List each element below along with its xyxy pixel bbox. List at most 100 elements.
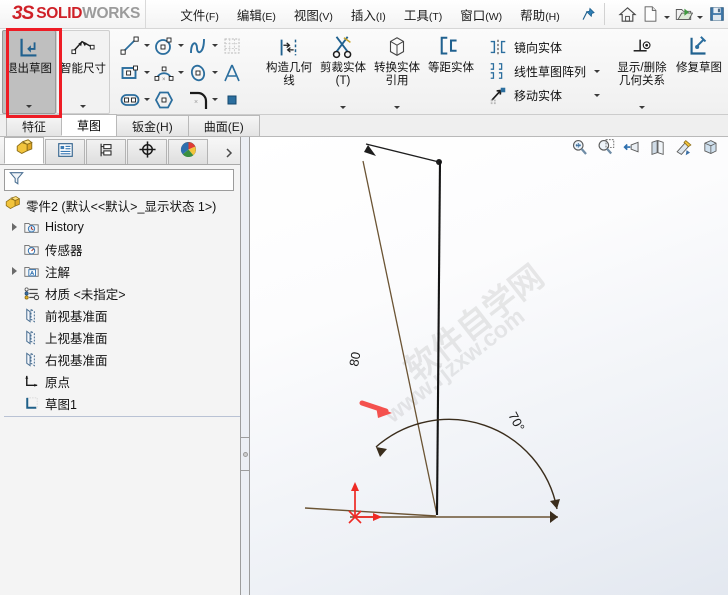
new-document-icon[interactable]: [639, 3, 662, 26]
smart-dimension-dropdown[interactable]: [57, 100, 109, 113]
sketch-fillet-dropdown[interactable]: [210, 98, 219, 101]
menu-item-file[interactable]: 文件(F): [171, 2, 227, 27]
menu-item-view[interactable]: 视图(V): [285, 2, 342, 27]
circle-tool[interactable]: [152, 32, 186, 59]
tree-item-label: History: [45, 220, 84, 234]
offset-entities-button[interactable]: 等距实体: [424, 30, 478, 114]
expand-toggle[interactable]: [8, 223, 21, 231]
spline-tool[interactable]: [186, 32, 220, 59]
text-a-icon: [220, 61, 244, 85]
linear-pattern-icon: [486, 61, 510, 81]
floppy-save-icon[interactable]: [705, 3, 728, 26]
sketch-text-tool[interactable]: [220, 59, 254, 86]
panel-tab-configuration-manager[interactable]: [86, 139, 126, 164]
tree-filter-input[interactable]: [4, 169, 234, 191]
menu-item-insert[interactable]: 插入(I): [342, 2, 395, 27]
splitter-grip[interactable]: [241, 437, 250, 471]
open-folder-icon[interactable]: [672, 3, 695, 26]
trim-entities-button[interactable]: 剪裁实体(T): [316, 30, 370, 114]
move-entities-dropdown[interactable]: [594, 93, 600, 97]
tree-item-top-plane[interactable]: 上视基准面: [4, 326, 240, 348]
menu-mnemonic: (W): [485, 10, 503, 23]
open-document-dropdown[interactable]: [695, 3, 705, 25]
home-icon[interactable]: [616, 3, 639, 26]
panel-tab-display-manager[interactable]: [168, 139, 208, 164]
pushpin-icon[interactable]: [581, 5, 597, 23]
repair-sketch-button[interactable]: 修复草图: [672, 30, 726, 114]
repair-sketch-icon: [686, 30, 712, 60]
convert-entities-button[interactable]: 转换实体引用: [370, 30, 424, 114]
convert-entities-dropdown[interactable]: [371, 101, 423, 114]
sketch-fillet-tool[interactable]: ×: [186, 86, 220, 113]
panel-tab-feature-manager[interactable]: [4, 137, 44, 164]
linear-pattern-dropdown[interactable]: [594, 69, 600, 73]
panel-tab-dimxpert-manager[interactable]: [127, 139, 167, 164]
trim-entities-dropdown[interactable]: [317, 101, 369, 114]
tree-item-history[interactable]: History: [4, 216, 240, 238]
offset-entities-label: 等距实体: [428, 62, 474, 74]
tab-sketch[interactable]: 草图: [61, 114, 118, 136]
tree-root-part[interactable]: 零件2 (默认<<默认>_显示状态 1>): [4, 195, 240, 216]
tree-item-annotations[interactable]: 注解: [4, 260, 240, 282]
tree-item-sensors[interactable]: 传感器: [4, 238, 240, 260]
ellipse-tool-dropdown[interactable]: [210, 71, 219, 74]
arc-tool[interactable]: ×: [152, 59, 186, 86]
ellipse-tool[interactable]: [186, 59, 220, 86]
dimension-extension-line: [362, 160, 438, 516]
tab-label: 曲面(E): [203, 119, 244, 134]
construction-geometry-label: 构造几何线: [266, 62, 312, 87]
line-tool[interactable]: [118, 32, 152, 59]
spline-tool-dropdown[interactable]: [210, 44, 219, 47]
tree-item-front-plane[interactable]: 前视基准面: [4, 304, 240, 326]
sketch-canvas[interactable]: 80 70°: [250, 137, 728, 595]
panel-tab-property-manager[interactable]: [45, 139, 85, 164]
tree-item-right-plane[interactable]: 右视基准面: [4, 348, 240, 370]
tab-features[interactable]: 特征: [6, 115, 63, 136]
circle-tool-dropdown[interactable]: [176, 44, 185, 47]
panel-splitter[interactable]: [241, 137, 250, 595]
origin-marker[interactable]: [348, 482, 382, 524]
length-dimension-label[interactable]: 80: [346, 351, 363, 368]
panel-tabs-overflow[interactable]: [218, 146, 240, 164]
exit-sketch-dropdown[interactable]: [3, 100, 55, 113]
display-delete-relations-dropdown[interactable]: [616, 101, 668, 114]
slot-tool-dropdown[interactable]: [142, 98, 151, 101]
smart-dimension-button[interactable]: 智能尺寸: [56, 30, 110, 114]
exit-sketch-button[interactable]: 退出草图: [2, 30, 56, 114]
menu-label: 视图: [293, 8, 319, 23]
sketch-edge-lower[interactable]: [304, 507, 437, 517]
grid-tool[interactable]: [220, 32, 254, 59]
mirror-entities-item[interactable]: 镜向实体: [486, 35, 604, 59]
menu-mnemonic: (I): [375, 10, 386, 23]
ribbon-group-sketch-entities: × ×: [116, 29, 256, 114]
angle-dimension-label[interactable]: 70°: [505, 409, 527, 433]
tree-item-material[interactable]: 材质 <未指定>: [4, 282, 240, 304]
expand-toggle[interactable]: [8, 267, 21, 275]
sketch-line-primary[interactable]: [435, 160, 442, 516]
point-tool[interactable]: [220, 86, 254, 113]
linear-sketch-pattern-item[interactable]: 线性草图阵列: [486, 59, 604, 83]
tab-surfaces[interactable]: 曲面(E): [187, 115, 260, 136]
construction-geometry-button[interactable]: 构造几何线: [262, 30, 316, 114]
quick-access-toolbar: [616, 3, 728, 26]
annotations-icon: [21, 263, 41, 279]
graphics-area[interactable]: 软件自学网 www.rjzxw.com 80 70°: [250, 137, 728, 595]
menu-mnemonic: (F): [205, 10, 219, 23]
rectangle-tool-dropdown[interactable]: [142, 71, 151, 74]
new-document-dropdown[interactable]: [662, 3, 672, 25]
rectangle-tool[interactable]: [118, 59, 152, 86]
menu-item-tools[interactable]: 工具(T): [395, 2, 451, 27]
slot-tool[interactable]: [118, 86, 152, 113]
polygon-tool[interactable]: [152, 86, 186, 113]
menu-item-edit[interactable]: 编辑(E): [228, 2, 285, 27]
display-delete-relations-button[interactable]: 显示/删除几何关系: [612, 30, 672, 114]
chevron-down-icon: [639, 106, 645, 109]
line-tool-dropdown[interactable]: [142, 44, 151, 47]
tab-sheetmetal[interactable]: 钣金(H): [116, 115, 189, 136]
move-entities-item[interactable]: 移动实体: [486, 83, 604, 107]
tree-item-sketch1[interactable]: 草图1: [4, 392, 240, 414]
menu-item-window[interactable]: 窗口(W): [451, 2, 511, 27]
menu-item-help[interactable]: 帮助(H): [511, 2, 569, 27]
arc-tool-dropdown[interactable]: [176, 71, 185, 74]
tree-item-origin[interactable]: 原点: [4, 370, 240, 392]
